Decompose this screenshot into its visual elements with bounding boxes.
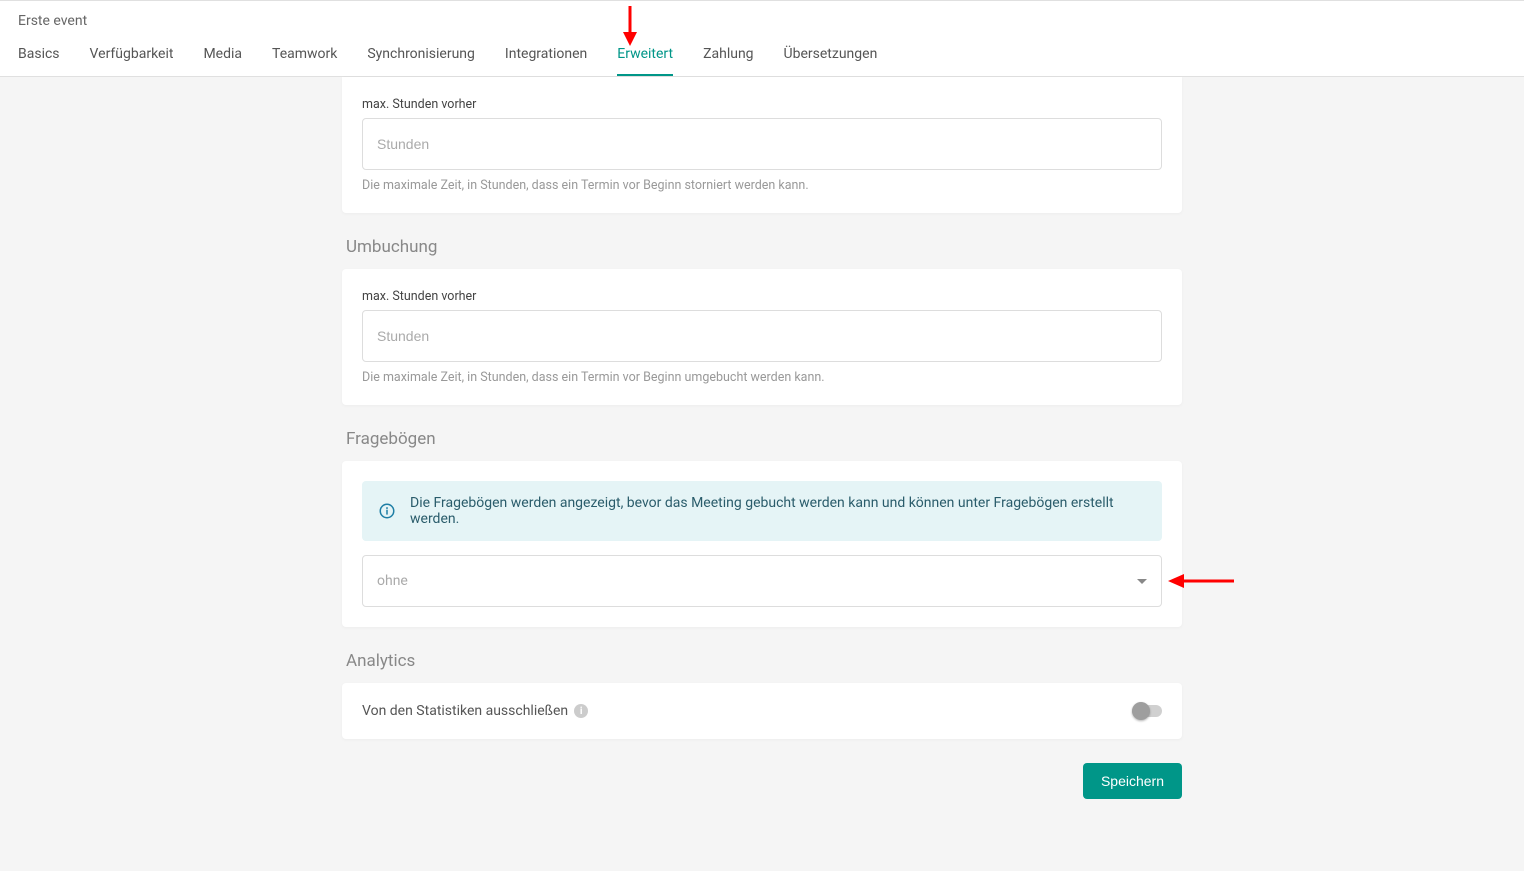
cancellation-field-label: max. Stunden vorher xyxy=(362,97,1162,112)
questionnaires-select-value: ohne xyxy=(377,573,408,589)
tab-sync[interactable]: Synchronisierung xyxy=(367,35,475,76)
rebooking-hours-input[interactable] xyxy=(362,310,1162,362)
annotation-arrow-left-icon xyxy=(1168,571,1234,591)
cancellation-hours-input[interactable] xyxy=(362,118,1162,170)
cancellation-card: max. Stunden vorher Die maximale Zeit, i… xyxy=(342,77,1182,213)
chevron-down-icon xyxy=(1137,579,1147,584)
questionnaires-select[interactable]: ohne xyxy=(362,555,1162,607)
tab-payment[interactable]: Zahlung xyxy=(703,35,753,76)
cancellation-helper: Die maximale Zeit, in Stunden, dass ein … xyxy=(362,178,1162,193)
questionnaires-info-box: Die Fragebögen werden angezeigt, bevor d… xyxy=(362,481,1162,541)
analytics-section-title: Analytics xyxy=(346,651,1182,671)
analytics-exclude-toggle[interactable] xyxy=(1132,705,1162,717)
page-title: Erste event xyxy=(18,1,1506,35)
help-icon[interactable]: i xyxy=(574,704,588,718)
tab-teamwork[interactable]: Teamwork xyxy=(272,35,337,76)
save-button[interactable]: Speichern xyxy=(1083,763,1182,799)
rebooking-card: max. Stunden vorher Die maximale Zeit, i… xyxy=(342,269,1182,405)
tab-translations[interactable]: Übersetzungen xyxy=(784,35,878,76)
topbar: Erste event Basics Verfügbarkeit Media T… xyxy=(0,0,1524,77)
rebooking-section-title: Umbuchung xyxy=(346,237,1182,257)
tabs: Basics Verfügbarkeit Media Teamwork Sync… xyxy=(18,35,1506,76)
rebooking-field-label: max. Stunden vorher xyxy=(362,289,1162,304)
questionnaires-section-title: Fragebögen xyxy=(346,429,1182,449)
info-icon xyxy=(378,502,396,520)
tab-media[interactable]: Media xyxy=(203,35,242,76)
rebooking-helper: Die maximale Zeit, in Stunden, dass ein … xyxy=(362,370,1162,385)
tab-basics[interactable]: Basics xyxy=(18,35,60,76)
tab-integrations[interactable]: Integrationen xyxy=(505,35,587,76)
questionnaires-info-text: Die Fragebögen werden angezeigt, bevor d… xyxy=(410,495,1146,527)
tab-availability[interactable]: Verfügbarkeit xyxy=(90,35,174,76)
tab-advanced[interactable]: Erweitert xyxy=(617,35,673,76)
questionnaires-card: Die Fragebögen werden angezeigt, bevor d… xyxy=(342,461,1182,627)
analytics-card: Von den Statistiken ausschließen i xyxy=(342,683,1182,739)
analytics-exclude-label: Von den Statistiken ausschließen xyxy=(362,703,568,719)
